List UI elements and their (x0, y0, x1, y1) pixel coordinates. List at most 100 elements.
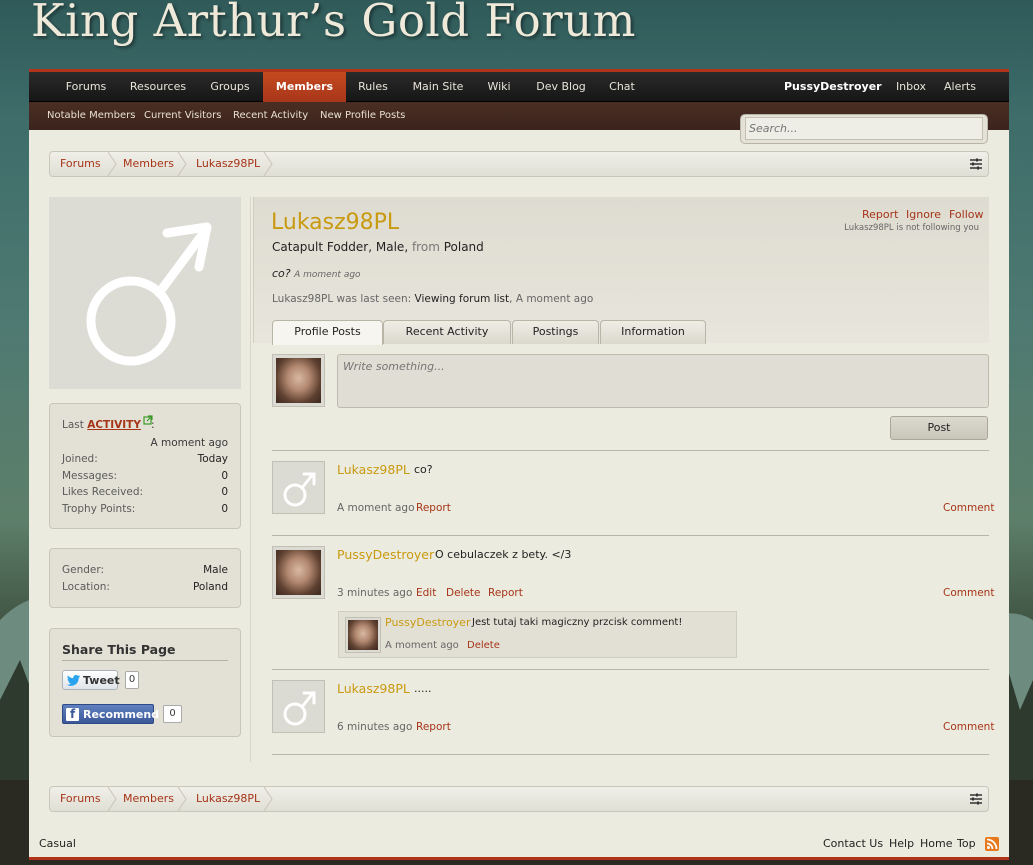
footer-home-link[interactable]: Home (920, 837, 952, 850)
post-report-link[interactable]: Report (488, 587, 523, 599)
nav-user-account[interactable]: PussyDestroyer (784, 72, 882, 102)
following-note: Lukasz98PL is not following you (844, 223, 979, 233)
location-link[interactable]: Poland (193, 581, 228, 593)
breadcrumb-members[interactable]: Members (123, 152, 174, 176)
nav-tab-wiki[interactable]: Wiki (485, 72, 513, 102)
facebook-icon: f (66, 707, 79, 721)
twitter-bird-icon (67, 675, 80, 686)
post-avatar[interactable] (272, 546, 325, 599)
breadcrumb-separator-icon (177, 787, 187, 811)
profile-avatar[interactable] (49, 197, 241, 389)
tab-recent-activity[interactable]: Recent Activity (383, 320, 511, 344)
breadcrumb-separator-icon (177, 152, 187, 176)
post-avatar[interactable] (272, 680, 325, 733)
post-time[interactable]: 3 minutes ago (337, 587, 412, 599)
post-edit-link[interactable]: Edit (416, 587, 436, 599)
subnav-notable-members[interactable]: Notable Members (47, 102, 135, 130)
post-author[interactable]: PussyDestroyer (337, 547, 434, 562)
post-report-link[interactable]: Report (416, 721, 451, 733)
breadcrumb: Forums Members Lukasz98PL (49, 151, 989, 177)
subnav-new-profile-posts[interactable]: New Profile Posts (320, 102, 405, 130)
nav-tab-main-site[interactable]: Main Site (410, 72, 466, 102)
style-chooser-link[interactable]: Casual (39, 837, 76, 850)
report-user-link[interactable]: Report (862, 208, 898, 221)
breadcrumb-forums[interactable]: Forums (60, 787, 101, 811)
post-text: O cebulaczek z bety. </3 (435, 548, 572, 561)
search-input[interactable] (745, 117, 983, 140)
last-seen-action-link[interactable]: Viewing forum list (415, 293, 510, 305)
nav-tab-resources[interactable]: Resources (125, 72, 191, 102)
post-author[interactable]: Lukasz98PL (337, 462, 410, 477)
breadcrumb-separator-icon (107, 152, 117, 176)
profile-user-info: Catapult Fodder, Male, from Poland (272, 240, 484, 254)
subnav-current-visitors[interactable]: Current Visitors (144, 102, 222, 130)
breadcrumb-separator-icon (263, 152, 273, 176)
jump-menu-icon[interactable] (970, 793, 982, 805)
post-time[interactable]: 6 minutes ago (337, 721, 412, 733)
male-symbol-icon (283, 472, 316, 507)
share-divider (62, 660, 228, 661)
post-text: co? (414, 463, 433, 476)
nav-tab-groups[interactable]: Groups (201, 72, 259, 102)
footer-contact-link[interactable]: Contact Us (823, 837, 883, 850)
tab-profile-posts[interactable]: Profile Posts (272, 320, 383, 345)
profile-post-input[interactable] (337, 354, 989, 408)
post-comment-link[interactable]: Comment (943, 502, 994, 514)
trophy-points-link[interactable]: 0 (221, 503, 228, 515)
nav-tab-rules[interactable]: Rules (354, 72, 392, 102)
tweet-button[interactable]: Tweet (62, 670, 120, 690)
male-symbol-icon (86, 222, 212, 366)
nav-inbox[interactable]: Inbox (893, 72, 929, 102)
nav-tab-forums[interactable]: Forums (54, 72, 118, 102)
user-location: Poland (443, 240, 484, 254)
footer-help-link[interactable]: Help (889, 837, 914, 850)
sidebar-info-box: Gender: Male Location: Poland (49, 548, 241, 608)
comment-text: Jest tutaj taki magiczny przcisk comment… (472, 617, 683, 628)
main-navbar: Forums Resources Groups Members Rules Ma… (29, 72, 1009, 102)
footer-top-link[interactable]: Top (957, 837, 976, 850)
post-divider (272, 450, 989, 451)
post-author[interactable]: Lukasz98PL (337, 681, 410, 696)
footer-bar (29, 857, 1009, 860)
activity-link[interactable]: ACTIVITY (87, 419, 141, 431)
sidebar-divider (250, 197, 251, 762)
breadcrumb-members[interactable]: Members (123, 787, 174, 811)
nav-tab-dev-blog[interactable]: Dev Blog (533, 72, 589, 102)
comment-avatar[interactable] (345, 617, 381, 653)
breadcrumb-current[interactable]: Lukasz98PL (196, 787, 260, 811)
post-comment-link[interactable]: Comment (943, 587, 994, 599)
post-button[interactable]: Post (890, 416, 988, 440)
follow-user-link[interactable]: Follow (949, 208, 984, 221)
rss-icon[interactable] (985, 837, 999, 851)
jump-menu-icon[interactable] (970, 158, 982, 170)
post-report-link[interactable]: Report (416, 502, 451, 514)
post-time[interactable]: A moment ago (337, 502, 415, 514)
share-box: Share This Page Tweet 0 f Recommend 0 (49, 628, 241, 737)
post-avatar[interactable] (272, 461, 325, 514)
site-logo[interactable]: King Arthur’s Gold Forum (31, 0, 636, 47)
info-location: Location: Poland (62, 581, 228, 593)
last-seen: Lukasz98PL was last seen: Viewing forum … (272, 293, 594, 305)
comment-time: A moment ago (385, 640, 459, 651)
nav-alerts[interactable]: Alerts (943, 72, 977, 102)
comment-author[interactable]: PussyDestroyer (385, 616, 470, 629)
post-delete-link[interactable]: Delete (446, 587, 481, 599)
breadcrumb-bottom: Forums Members Lukasz98PL (49, 786, 989, 812)
nav-tab-members[interactable]: Members (263, 72, 346, 102)
post-divider (272, 535, 989, 536)
breadcrumb-current[interactable]: Lukasz98PL (196, 152, 260, 176)
breadcrumb-forums[interactable]: Forums (60, 152, 101, 176)
subnav-recent-activity[interactable]: Recent Activity (233, 102, 308, 130)
recommend-button[interactable]: f Recommend (62, 704, 159, 724)
post-comment-link[interactable]: Comment (943, 721, 994, 733)
post-divider (272, 754, 989, 755)
user-gender: Male (375, 240, 405, 254)
tab-information[interactable]: Information (600, 320, 706, 344)
breadcrumb-separator-icon (107, 787, 117, 811)
stat-trophy-points: Trophy Points: 0 (62, 503, 228, 515)
nav-tab-chat[interactable]: Chat (607, 72, 637, 102)
stat-joined: Joined: Today (62, 453, 228, 465)
ignore-user-link[interactable]: Ignore (906, 208, 941, 221)
comment-delete-link[interactable]: Delete (467, 640, 500, 651)
tab-postings[interactable]: Postings (512, 320, 599, 344)
